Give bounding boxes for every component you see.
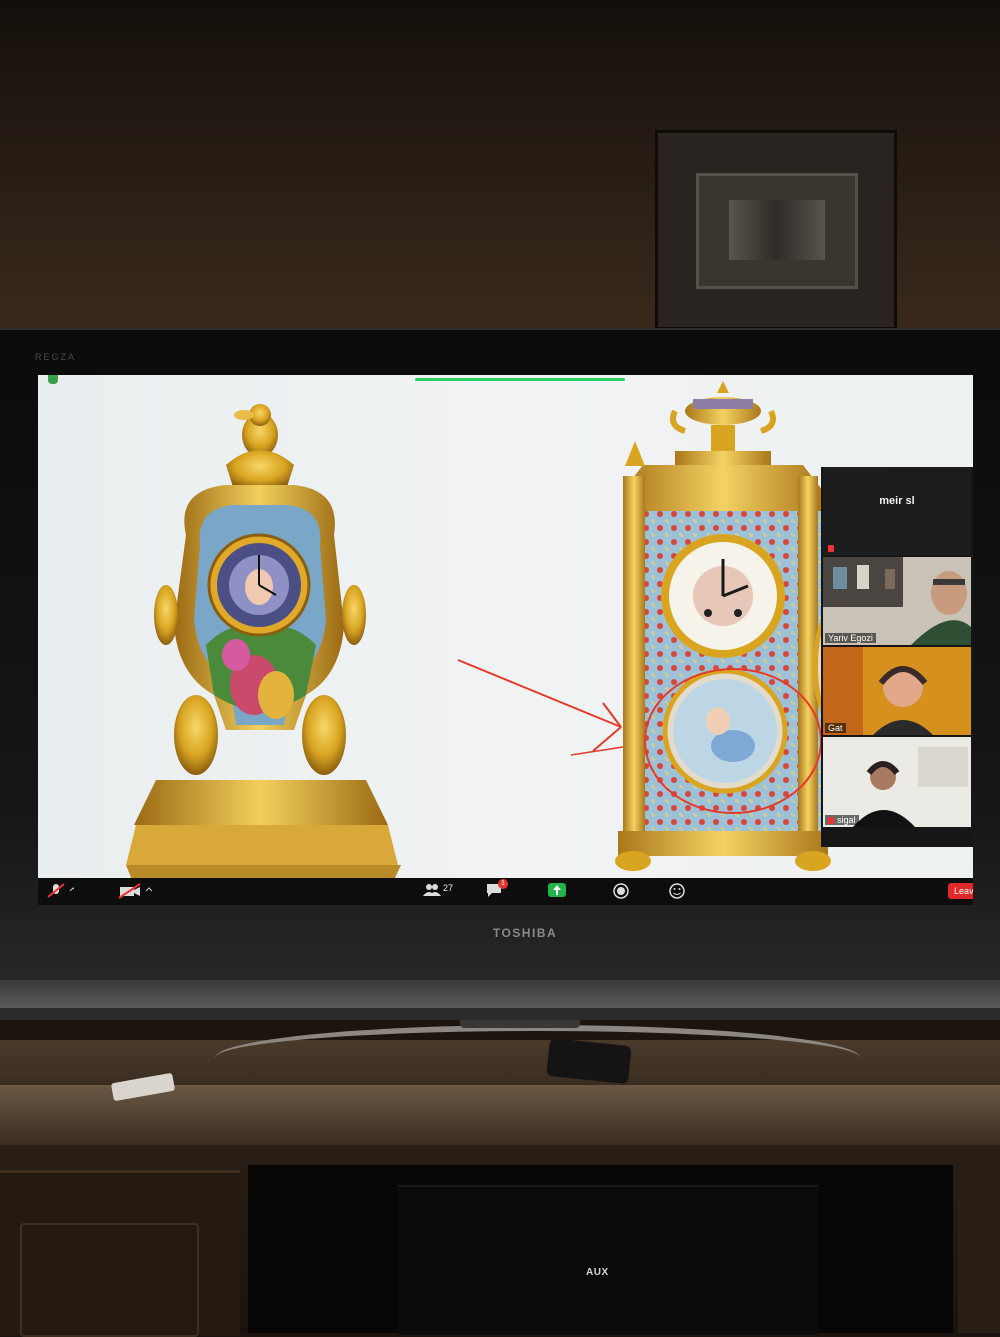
security-shield-icon[interactable] (48, 375, 58, 384)
participants-panel: meir sl Yariv Egozi Gat sigal (821, 467, 973, 847)
stop-video-button[interactable] (116, 882, 156, 900)
video-camera-off-icon (118, 883, 153, 899)
participants-button[interactable]: 27 (423, 882, 463, 900)
record-icon (613, 883, 629, 899)
participant-video (823, 647, 971, 735)
participant-name: sigal (837, 815, 856, 825)
participant-name: meir sl (879, 495, 915, 507)
rococo-enamel-clock (126, 404, 401, 880)
participants-count: 27 (443, 883, 454, 893)
share-arrow-up-icon (553, 885, 561, 895)
share-screen-button[interactable] (548, 883, 566, 897)
shared-slide: meir sl Yariv Egozi Gat sigal (38, 375, 973, 880)
muted-mic-icon (825, 543, 840, 553)
record-button[interactable] (612, 882, 632, 900)
reactions-smiley-icon (669, 883, 685, 899)
tv-bottom-bezel (0, 980, 1000, 1008)
participant-tile[interactable]: sigal (823, 737, 971, 827)
participant-tile[interactable]: Gat (823, 647, 971, 735)
cabinet-right-side (958, 1170, 1000, 1333)
cabinet-door-panel (20, 1223, 199, 1337)
participant-tile[interactable]: Yariv Egozi (823, 557, 971, 645)
av-device: AUX (398, 1185, 818, 1335)
microphone-muted-icon (47, 883, 77, 898)
tv-brand-logo: TOSHIBA (492, 926, 558, 940)
tv-stand-base (215, 1025, 860, 1091)
participant-name: Gat (825, 723, 846, 733)
aux-display-label: AUX (586, 1267, 609, 1278)
reactions-button[interactable] (668, 882, 688, 900)
picture-mat (696, 173, 858, 289)
wall-picture-frame (655, 130, 897, 330)
participant-video (823, 557, 971, 645)
television: REGZA meir sl Yariv Egozi Gat sigal 27 1… (0, 328, 1000, 1020)
picture-artwork (729, 200, 825, 260)
participant-name: Yariv Egozi (825, 633, 876, 643)
participant-tile[interactable]: meir sl (823, 467, 971, 555)
chat-unread-badge: 1 (498, 879, 508, 889)
participant-name-tag: sigal (825, 815, 859, 825)
mute-button[interactable] (44, 882, 77, 900)
cabinet-opening: AUX (248, 1165, 953, 1335)
tv-top-brand: REGZA (35, 352, 77, 362)
chat-button[interactable]: 1 (486, 879, 516, 900)
meeting-toolbar: 27 1 Leav (38, 878, 973, 905)
participant-video (823, 737, 971, 827)
cabinet-left-door (0, 1170, 240, 1337)
muted-mic-icon (828, 817, 834, 825)
annotation-arrow (457, 659, 624, 756)
participants-icon (423, 884, 441, 896)
tv-screen: meir sl Yariv Egozi Gat sigal 27 1 Leav (38, 375, 973, 905)
leave-meeting-button[interactable]: Leav (948, 883, 973, 899)
